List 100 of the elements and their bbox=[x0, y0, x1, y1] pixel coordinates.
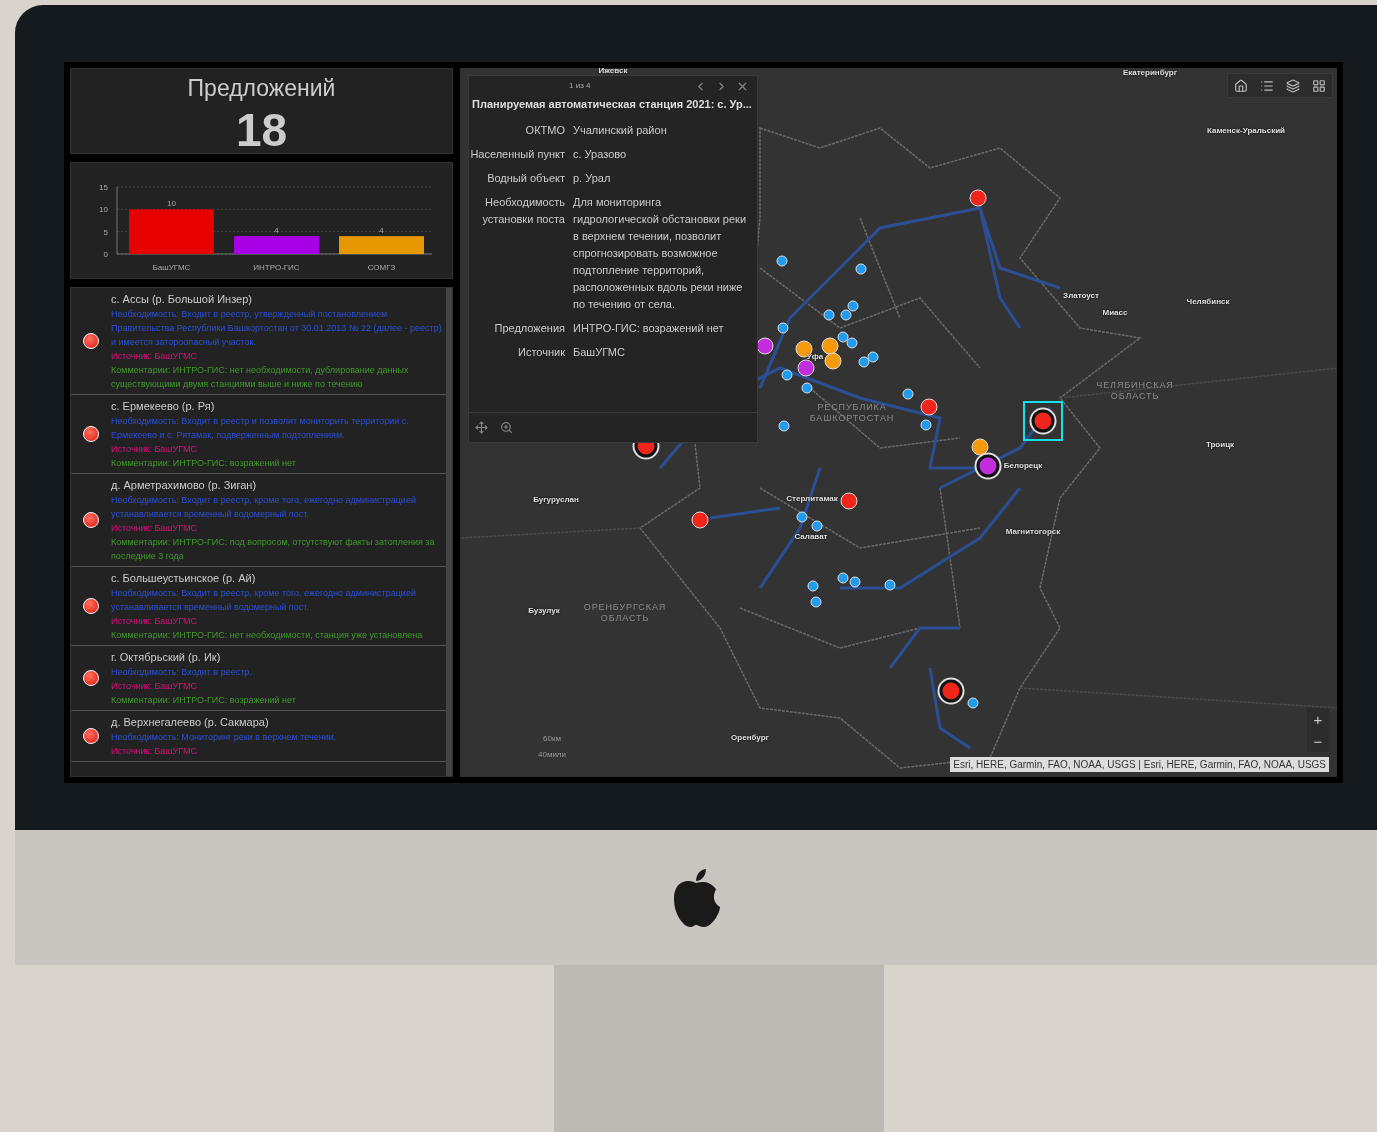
data-label: 10 bbox=[167, 199, 176, 209]
region-label: ЧЕЛЯБИНСКАЯ ОБЛАСТЬ bbox=[1095, 380, 1175, 402]
map-marker[interactable] bbox=[902, 388, 914, 400]
map-marker[interactable] bbox=[824, 352, 842, 370]
marker-icon bbox=[83, 598, 99, 614]
map-attribution: Esri, HERE, Garmin, FAO, NOAA, USGS | Esri, HERE, Garmin, FAO, NOAA, USGS bbox=[950, 757, 1329, 772]
map-marker[interactable] bbox=[837, 572, 849, 584]
item-necessity: Необходимость: Входит в реестр и позволит мониторить территории с. Ермекеево и с. Рятамак, подверженным подтоплениям. bbox=[111, 415, 410, 442]
move-icon[interactable] bbox=[475, 421, 488, 434]
city-label: Салават bbox=[794, 531, 828, 543]
field-label: Населенный пункт bbox=[469, 146, 565, 162]
item-necessity: Необходимость: Входит в реестр, кроме того, ежегодно администрацией устанавливается временный водомерный пост. bbox=[111, 587, 417, 614]
item-title: с. Ассы (р. Большой Инзер) bbox=[111, 292, 253, 307]
list-item[interactable]: д. Верхнегалеево (р. Сакмара) Необходимость: Мониторинг реки в верхнем течении. Источник: БашУГМС bbox=[71, 711, 446, 762]
item-necessity: Необходимость: Мониторинг реки в верхнем течении. bbox=[111, 731, 337, 744]
zoom-out-button[interactable]: − bbox=[1307, 730, 1329, 752]
highlighted-map-marker[interactable] bbox=[1031, 409, 1055, 433]
item-source: Источник: БашУГМС bbox=[111, 745, 198, 758]
map-marker[interactable] bbox=[837, 331, 849, 343]
map-marker[interactable] bbox=[920, 419, 932, 431]
item-necessity: Необходимость: Входит в реестр, кроме того, ежегодно администрацией устанавливается временный водомерный пост. bbox=[111, 494, 417, 521]
item-title: с. Ермекеево (р. Ря) bbox=[111, 399, 216, 414]
field-value: Учалинский район bbox=[573, 122, 668, 138]
map-marker[interactable] bbox=[810, 596, 822, 608]
y-tick-label: 5 bbox=[103, 227, 108, 237]
popup-counter: 1 из 4 bbox=[569, 80, 592, 92]
scale-label: 40мили bbox=[538, 749, 566, 761]
map-marker[interactable] bbox=[971, 438, 989, 456]
city-label: Магнитогорск bbox=[1005, 526, 1061, 538]
map-marker[interactable] bbox=[855, 263, 867, 275]
item-necessity: Необходимость: Входит в реестр, утвержденный постановлением Правительства Республики Башкортостан от 30.01.2013 № 22 (далее - реестр) и имеется заторoопасный участок. bbox=[111, 308, 442, 349]
item-source: Источник: БашУГМС bbox=[111, 443, 198, 456]
field-value: Для мониторинга гидрологической обстановки реки в верхнем течении, позволит спрогнозировать возможное подтопление территорий, расположенных вдоль реки ниже по течению от села. bbox=[573, 194, 748, 312]
map-marker[interactable] bbox=[867, 351, 879, 363]
map-marker[interactable] bbox=[823, 309, 835, 321]
zoom-in-button[interactable]: + bbox=[1307, 708, 1329, 730]
map-marker[interactable] bbox=[811, 520, 823, 532]
region-label: ОРЕНБУРГСКАЯ ОБЛАСТЬ bbox=[582, 602, 668, 624]
region-label: РЕСПУБЛИКА БАШКОРТОСТАН bbox=[808, 402, 896, 424]
map-marker[interactable] bbox=[967, 697, 979, 709]
city-label: Ижевск bbox=[598, 68, 628, 77]
marker-icon bbox=[83, 728, 99, 744]
map-marker[interactable] bbox=[778, 420, 790, 432]
map-marker[interactable] bbox=[796, 511, 808, 523]
city-label: Белорецк bbox=[1003, 460, 1043, 472]
field-value: БашУГМС bbox=[573, 344, 626, 360]
map-marker[interactable] bbox=[776, 255, 788, 267]
item-source: Источник: БашУГМС bbox=[111, 615, 198, 628]
map-marker[interactable] bbox=[969, 189, 987, 207]
item-source: Источник: БашУГМС bbox=[111, 350, 198, 363]
map-marker[interactable] bbox=[847, 300, 859, 312]
item-comment: Комментарии: ИНТРО-ГИС: нет необходимости, дублирование данных существующими двумя станциями выше и ниже по течению bbox=[111, 364, 410, 391]
item-comment: Комментарии: ИНТРО-ГИС: нет необходимости, станция уже установлена bbox=[111, 629, 424, 642]
field-value: р. Урал bbox=[573, 170, 612, 186]
item-comment: Комментарии: ИНТРО-ГИС: возражений нет bbox=[111, 457, 297, 470]
list-icon[interactable] bbox=[1260, 78, 1274, 93]
map-marker[interactable] bbox=[858, 356, 870, 368]
popup-title: Планируемая автоматическая станция 2021: с. Ур... bbox=[471, 97, 753, 112]
highlighted-map-marker[interactable] bbox=[976, 454, 1000, 478]
map-marker[interactable] bbox=[801, 382, 813, 394]
data-label: 4 bbox=[274, 226, 279, 236]
field-value: с. Уразово bbox=[573, 146, 628, 162]
marker-icon bbox=[83, 426, 99, 442]
scrollbar[interactable] bbox=[446, 288, 452, 776]
city-label: Златоуст bbox=[1063, 290, 1099, 302]
map-marker[interactable] bbox=[807, 580, 819, 592]
map-marker[interactable] bbox=[840, 492, 858, 510]
layers-icon[interactable] bbox=[1286, 78, 1300, 93]
map-marker[interactable] bbox=[781, 369, 793, 381]
map-marker[interactable] bbox=[777, 322, 789, 334]
field-value: ИНТРО-ГИС: возражений нет bbox=[573, 320, 725, 336]
field-label: Источник bbox=[517, 344, 565, 360]
city-label: Оренбург bbox=[731, 732, 769, 744]
map-marker[interactable] bbox=[846, 337, 858, 349]
y-tick-label: 0 bbox=[103, 250, 108, 259]
map-marker[interactable] bbox=[884, 579, 896, 591]
item-title: д. Верхнегалеево (р. Сакмара) bbox=[111, 715, 270, 730]
city-label: Каменск-Уральский bbox=[1207, 125, 1285, 137]
map-marker[interactable] bbox=[840, 309, 852, 321]
item-source: Источник: БашУГМС bbox=[111, 680, 198, 693]
marker-icon bbox=[83, 333, 99, 349]
zoom-icon[interactable] bbox=[500, 421, 513, 434]
highlighted-map-marker[interactable] bbox=[939, 679, 963, 703]
data-label: 4 bbox=[379, 226, 384, 236]
item-title: г. Октябрьский (р. Ик) bbox=[111, 650, 222, 665]
kpi-value: 18 bbox=[235, 105, 288, 154]
map-marker[interactable] bbox=[849, 576, 861, 588]
field-label: ОКТМО bbox=[524, 122, 565, 138]
home-icon[interactable] bbox=[1234, 78, 1248, 93]
map-marker[interactable] bbox=[797, 359, 815, 377]
item-comment: Комментарии: ИНТРО-ГИС: возражений нет bbox=[111, 694, 296, 707]
field-label: Необходимость установки поста bbox=[481, 194, 565, 227]
marker-icon bbox=[83, 670, 99, 686]
map-marker[interactable] bbox=[920, 398, 938, 416]
item-comment: Комментарии: ИНТРО-ГИС: под вопросом, отсутствуют факты затопления за последние 3 года bbox=[111, 536, 436, 563]
map-marker[interactable] bbox=[821, 337, 839, 355]
item-title: д. Арметрахимово (р. Зиган) bbox=[111, 478, 258, 493]
map-marker[interactable] bbox=[691, 511, 709, 529]
city-label: Екатеринбург bbox=[1122, 68, 1178, 79]
grid-icon[interactable] bbox=[1312, 78, 1326, 93]
